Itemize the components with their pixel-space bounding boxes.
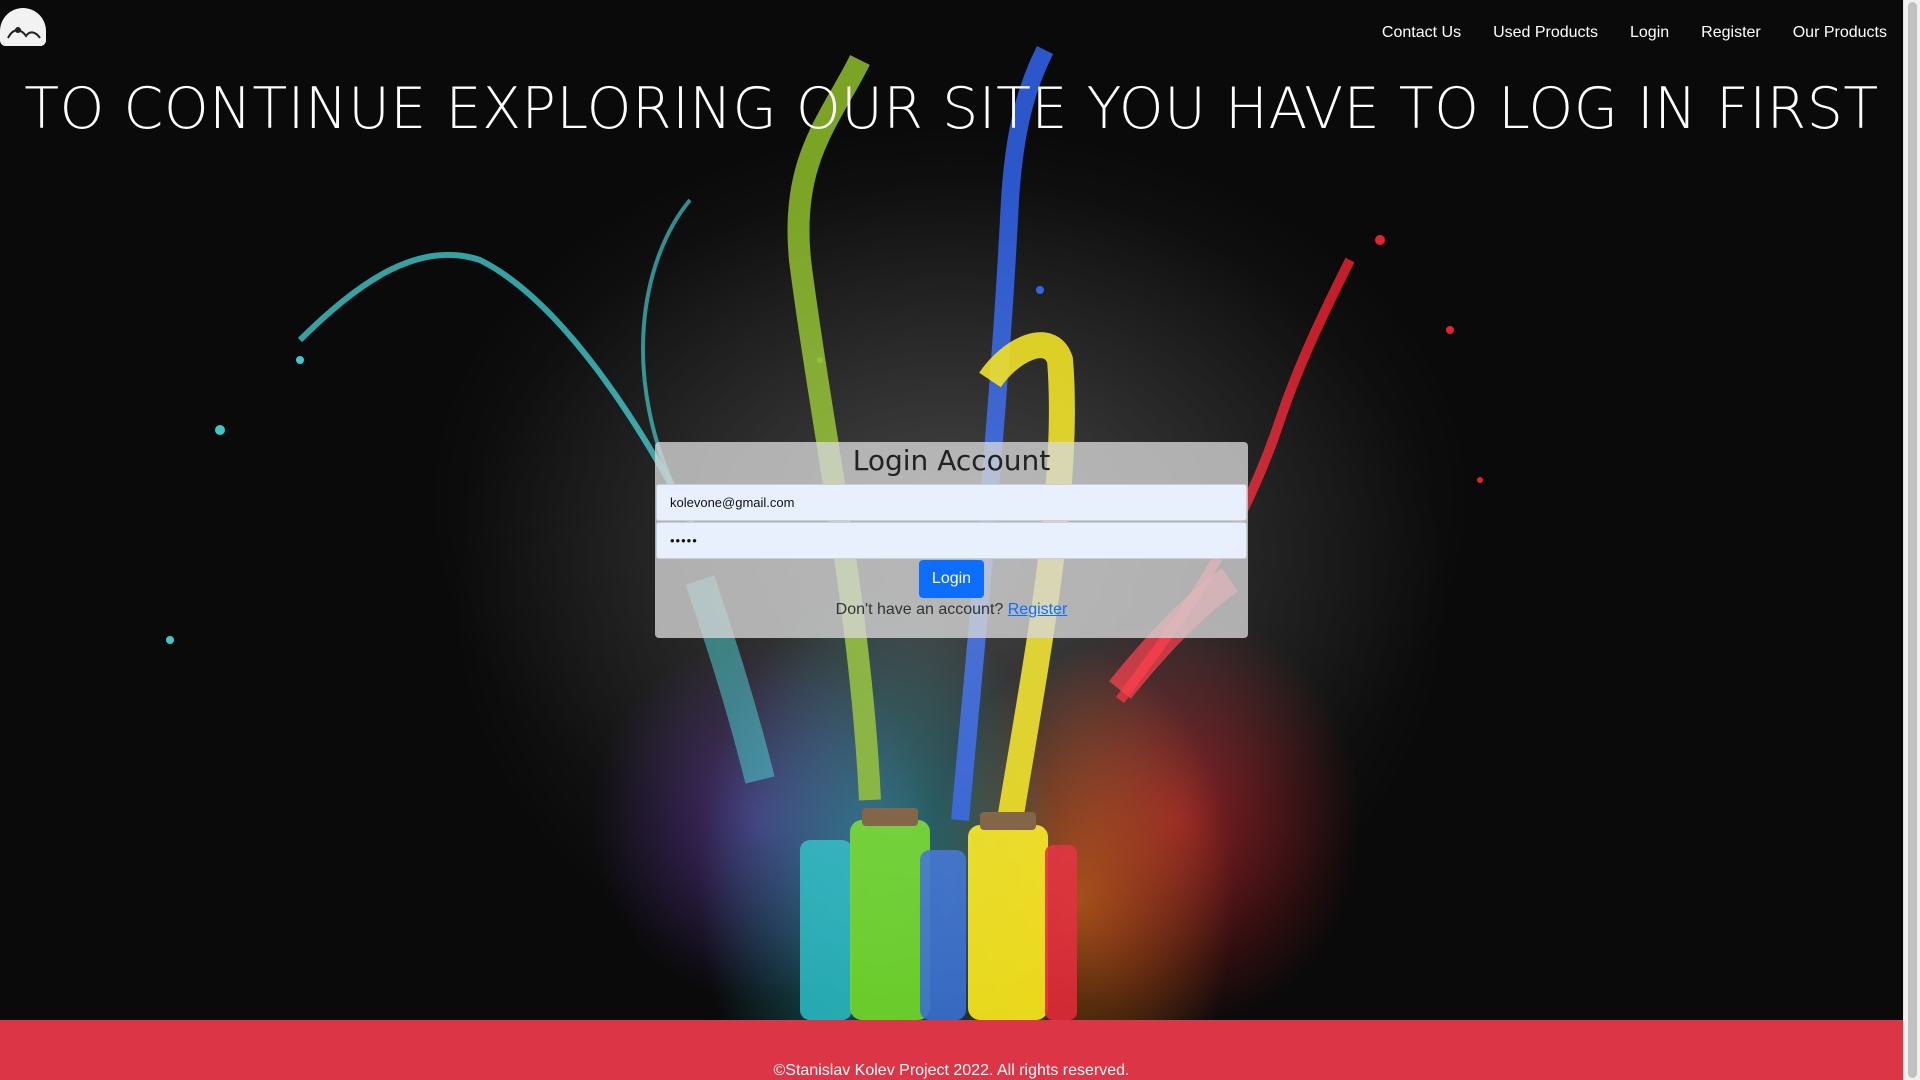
page-background: Contact Us Used Products Login Register … xyxy=(0,0,1903,1080)
scrollbar-thumb[interactable] xyxy=(1908,2,1917,1078)
login-card: Login Account Login Don't have an accoun… xyxy=(655,442,1248,638)
login-card-title: Login Account xyxy=(852,444,1051,477)
nav-login[interactable]: Login xyxy=(1630,24,1669,42)
page-title: TO CONTINUE EXPLORING OUR SITE YOU HAVE … xyxy=(24,76,1879,142)
nav-our-products[interactable]: Our Products xyxy=(1793,24,1887,42)
site-footer: ©Stanislav Kolev Project 2022. All right… xyxy=(0,1020,1903,1080)
signup-prompt-text: Don't have an account? xyxy=(835,601,1004,618)
email-field[interactable] xyxy=(656,484,1247,521)
signup-prompt: Don't have an account? Register xyxy=(655,601,1248,619)
nav-used-products[interactable]: Used Products xyxy=(1493,24,1598,42)
main-nav: Contact Us Used Products Login Register … xyxy=(1382,24,1887,42)
login-button[interactable]: Login xyxy=(919,560,984,598)
register-link[interactable]: Register xyxy=(1008,601,1068,618)
nav-register[interactable]: Register xyxy=(1701,24,1761,42)
copyright-text: ©Stanislav Kolev Project 2022. All right… xyxy=(773,1062,1130,1079)
password-field[interactable] xyxy=(656,522,1247,559)
logo-icon xyxy=(7,27,41,39)
site-logo[interactable] xyxy=(0,8,46,46)
page-scrollbar[interactable] xyxy=(1903,0,1920,1080)
nav-contact-us[interactable]: Contact Us xyxy=(1382,24,1461,42)
site-header: Contact Us Used Products Login Register … xyxy=(0,0,1903,70)
